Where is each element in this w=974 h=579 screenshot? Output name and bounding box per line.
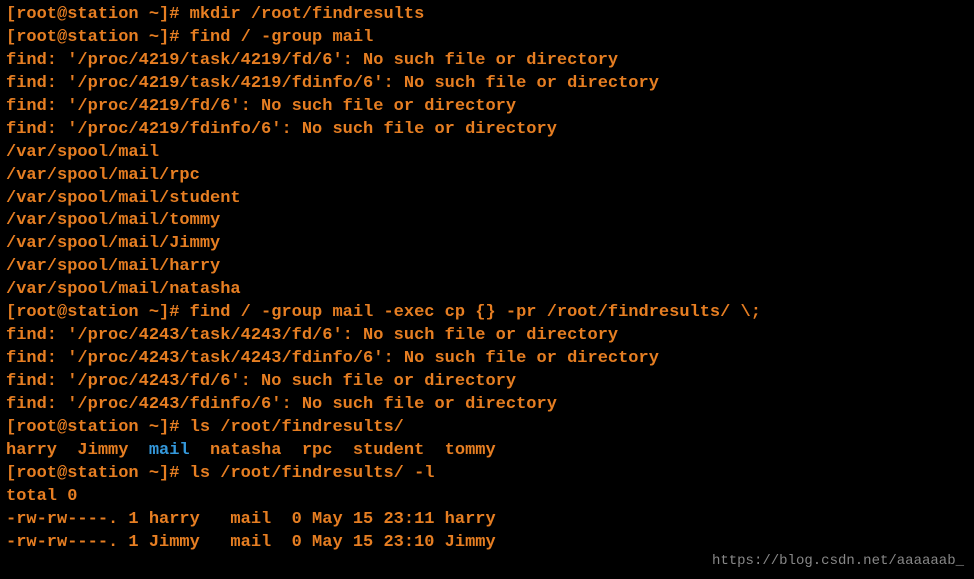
shell-command: ls /root/findresults/ <box>190 418 404 437</box>
terminal-line: find: '/proc/4243/task/4243/fd/6': No su… <box>6 325 968 348</box>
terminal-line: total 0 <box>6 486 968 509</box>
shell-command: ls /root/findresults/ -l <box>190 464 435 483</box>
terminal-line: find: '/proc/4219/task/4219/fdinfo/6': N… <box>6 73 968 96</box>
terminal-line: [root@station ~]# find / -group mail <box>6 27 968 50</box>
shell-command: find / -group mail -exec cp {} -pr /root… <box>190 303 761 322</box>
terminal-line: [root@station ~]# find / -group mail -ex… <box>6 302 968 325</box>
terminal-line: harry Jimmy mail natasha rpc student tom… <box>6 440 968 463</box>
directory-name: mail <box>149 441 190 460</box>
terminal-line: [root@station ~]# ls /root/findresults/ <box>6 417 968 440</box>
terminal-output[interactable]: [root@station ~]# mkdir /root/findresult… <box>6 4 968 555</box>
terminal-line: /var/spool/mail/Jimmy <box>6 233 968 256</box>
terminal-line: /var/spool/mail/student <box>6 188 968 211</box>
terminal-line: [root@station ~]# ls /root/findresults/ … <box>6 463 968 486</box>
terminal-line: /var/spool/mail/rpc <box>6 165 968 188</box>
shell-prompt: [root@station ~]# <box>6 418 190 437</box>
terminal-line: find: '/proc/4219/task/4219/fd/6': No su… <box>6 50 968 73</box>
terminal-line: -rw-rw----. 1 Jimmy mail 0 May 15 23:10 … <box>6 532 968 555</box>
terminal-line: /var/spool/mail/tommy <box>6 210 968 233</box>
terminal-line: -rw-rw----. 1 harry mail 0 May 15 23:11 … <box>6 509 968 532</box>
terminal-line: find: '/proc/4243/task/4243/fdinfo/6': N… <box>6 348 968 371</box>
terminal-line: /var/spool/mail/harry <box>6 256 968 279</box>
shell-command: mkdir /root/findresults <box>190 5 425 24</box>
terminal-line: find: '/proc/4219/fd/6': No such file or… <box>6 96 968 119</box>
terminal-line: find: '/proc/4243/fd/6': No such file or… <box>6 371 968 394</box>
shell-prompt: [root@station ~]# <box>6 464 190 483</box>
shell-prompt: [root@station ~]# <box>6 5 190 24</box>
terminal-line: find: '/proc/4219/fdinfo/6': No such fil… <box>6 119 968 142</box>
terminal-line: /var/spool/mail <box>6 142 968 165</box>
file-name: harry Jimmy <box>6 441 149 460</box>
terminal-line: [root@station ~]# mkdir /root/findresult… <box>6 4 968 27</box>
shell-prompt: [root@station ~]# <box>6 303 190 322</box>
watermark-text: https://blog.csdn.net/aaaaaab_ <box>712 552 964 571</box>
terminal-line: find: '/proc/4243/fdinfo/6': No such fil… <box>6 394 968 417</box>
terminal-line: /var/spool/mail/natasha <box>6 279 968 302</box>
file-name: natasha rpc student tommy <box>190 441 496 460</box>
shell-prompt: [root@station ~]# <box>6 28 190 47</box>
shell-command: find / -group mail <box>190 28 374 47</box>
